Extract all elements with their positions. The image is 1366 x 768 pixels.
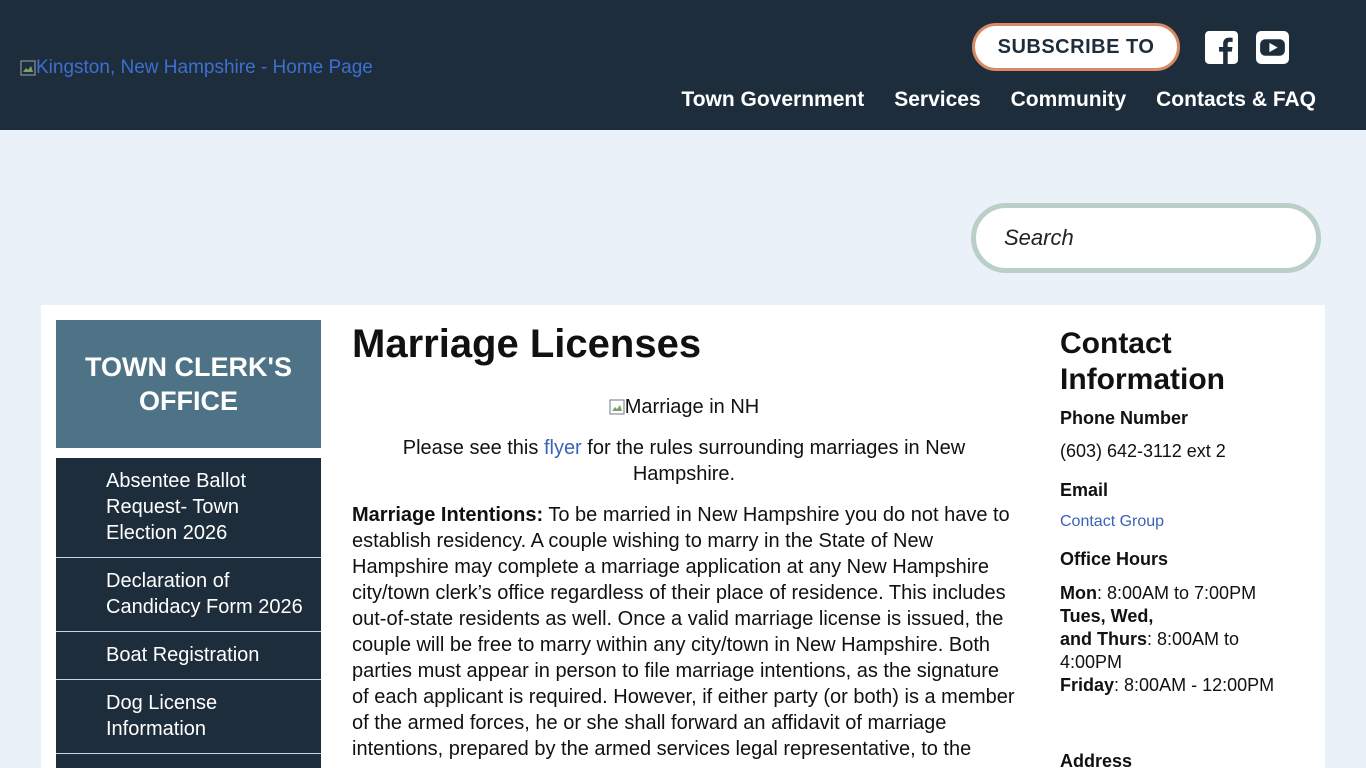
nav-contacts-faq[interactable]: Contacts & FAQ	[1156, 88, 1316, 112]
contact-group-link[interactable]: Contact Group	[1060, 513, 1290, 531]
hours-day: Mon	[1060, 583, 1097, 603]
hours-day: Tues, Wed,	[1060, 606, 1154, 626]
hours-label: Office Hours	[1060, 549, 1169, 569]
nav-town-government[interactable]: Town Government	[681, 88, 864, 112]
search-input[interactable]	[1004, 225, 1284, 251]
hours-day: and Thurs	[1060, 629, 1148, 649]
nav-services[interactable]: Services	[894, 88, 980, 112]
image-alt-text: Marriage in NH	[624, 396, 760, 418]
sidebar-nav: Absentee Ballot Request- Town Election 2…	[56, 458, 321, 768]
phone-label: Phone Number	[1060, 408, 1189, 428]
hours-time: : 8:00AM to 7:00PM	[1096, 583, 1257, 603]
facebook-icon[interactable]	[1205, 31, 1238, 64]
subscribe-button[interactable]: SUBSCRIBE TO	[972, 23, 1180, 71]
sidebar-item-dog-license[interactable]: Dog License Information	[56, 680, 321, 754]
hours-row: Friday: 8:00AM - 12:00PM	[1060, 674, 1290, 697]
nav-community[interactable]: Community	[1011, 88, 1127, 112]
broken-image-icon	[20, 60, 36, 76]
logo-alt-text: Kingston, New Hampshire - Home Page	[36, 57, 373, 78]
home-logo-link[interactable]: Kingston, New Hampshire - Home Page	[20, 57, 373, 79]
sidebar-item-fishing-hunting[interactable]: Fishing & Hunting	[56, 754, 321, 768]
hours-row: and Thurs: 8:00AM to 4:00PM	[1060, 628, 1290, 674]
hours-day: Friday	[1060, 675, 1115, 695]
site-header: Kingston, New Hampshire - Home Page SUBS…	[0, 0, 1366, 130]
sidebar-item-declaration-of-candidacy[interactable]: Declaration of Candidacy Form 2026	[56, 558, 321, 632]
sidebar-item-boat-registration[interactable]: Boat Registration	[56, 632, 321, 680]
address-label: Address	[1060, 751, 1133, 768]
lead-paragraph: Please see this flyer for the rules surr…	[352, 435, 1016, 487]
lead-text: Please see this	[402, 437, 544, 459]
broken-image-icon	[609, 399, 625, 415]
flyer-link[interactable]: flyer	[544, 437, 582, 459]
intentions-paragraph: Marriage Intentions: To be married in Ne…	[352, 502, 1016, 762]
main-content: Marriage Licenses Marriage in NH Please …	[352, 322, 1016, 762]
page-title: Marriage Licenses	[352, 322, 702, 366]
youtube-icon[interactable]	[1256, 31, 1289, 64]
contact-title: Contact Information	[1060, 327, 1225, 396]
office-hours: Mon: 8:00AM to 7:00PM Tues, Wed, and Thu…	[1060, 582, 1290, 697]
hours-row: Mon: 8:00AM to 7:00PM	[1060, 582, 1290, 605]
hours-time: : 8:00AM - 12:00PM	[1114, 675, 1275, 695]
sidebar-title: TOWN CLERK'S OFFICE	[56, 320, 321, 448]
lead-text-end: for the rules surrounding marriages in N…	[581, 437, 966, 485]
intentions-text: To be married in New Hampshire you do no…	[352, 504, 1015, 760]
sidebar-item-absentee-ballot[interactable]: Absentee Ballot Request- Town Election 2…	[56, 458, 321, 558]
hours-row: Tues, Wed,	[1060, 605, 1290, 628]
marriage-image: Marriage in NH	[352, 396, 1016, 420]
contact-sidebar: Contact Information Phone Number (603) 6…	[1060, 326, 1290, 768]
phone-value: (603) 642-3112 ext 2	[1060, 441, 1226, 461]
main-nav: Town Government Services Community Conta…	[681, 88, 1316, 112]
email-label: Email	[1060, 480, 1109, 500]
intentions-label: Marriage Intentions:	[352, 504, 544, 526]
search-box	[971, 203, 1321, 273]
